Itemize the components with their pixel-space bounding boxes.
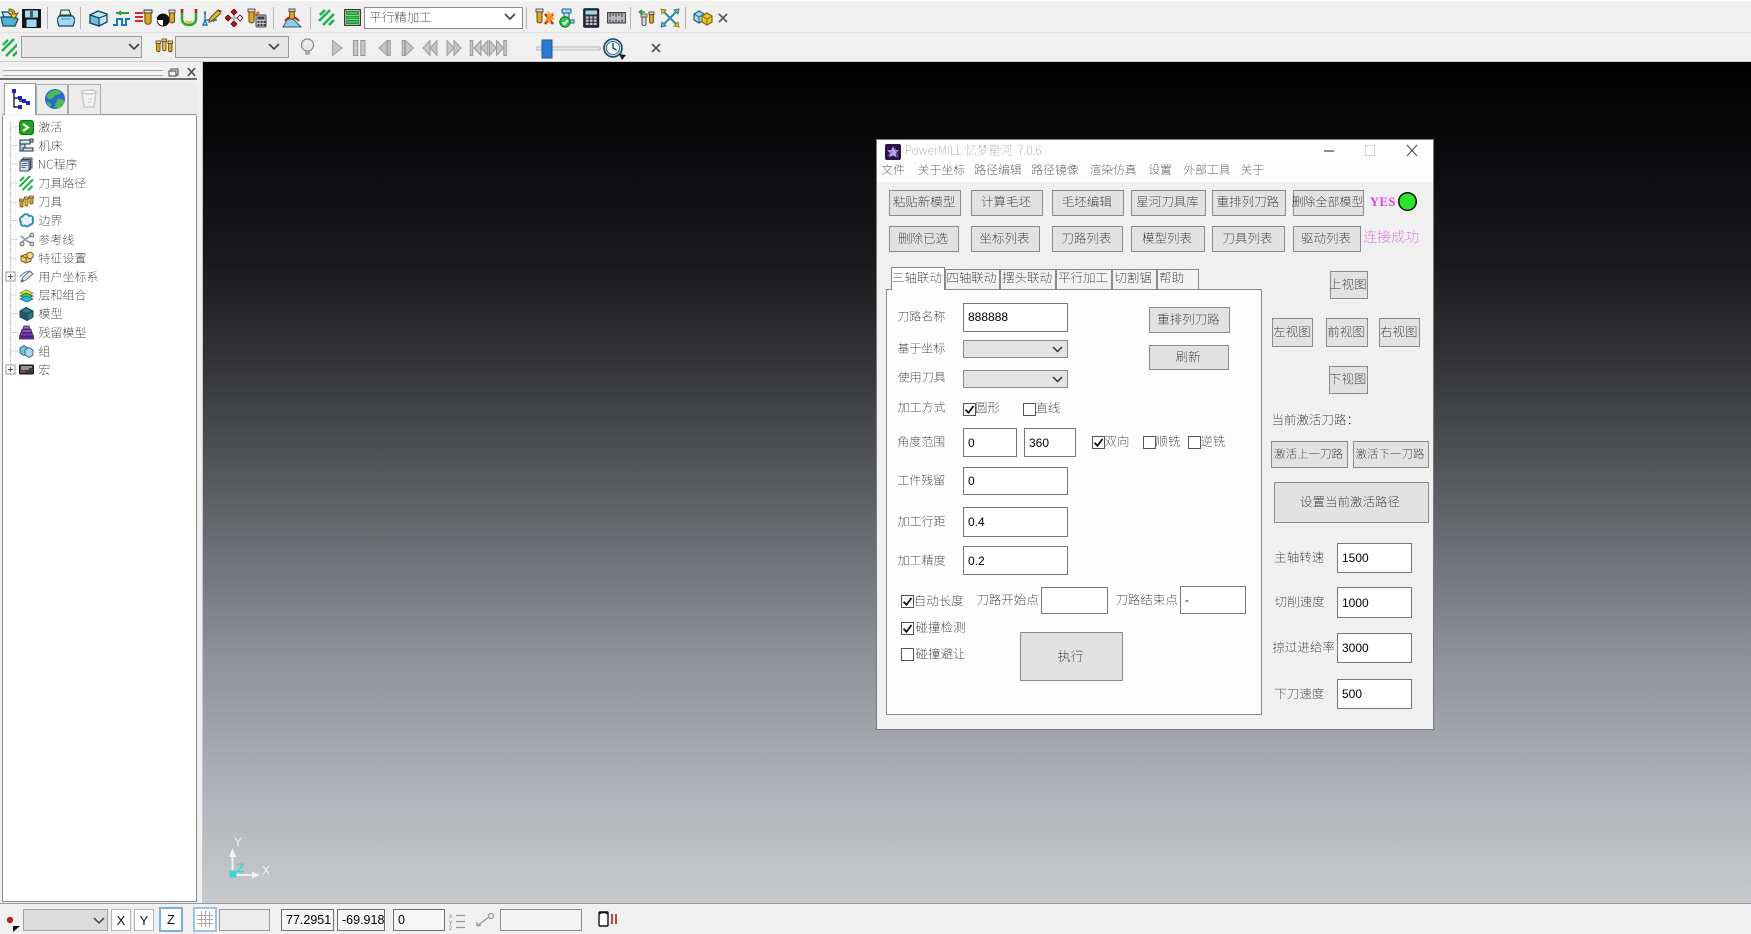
- svg-text:Z: Z: [237, 861, 245, 876]
- svg-text:X: X: [262, 864, 270, 878]
- svg-text:Y: Y: [234, 835, 242, 849]
- svg-text:z: z: [449, 925, 452, 930]
